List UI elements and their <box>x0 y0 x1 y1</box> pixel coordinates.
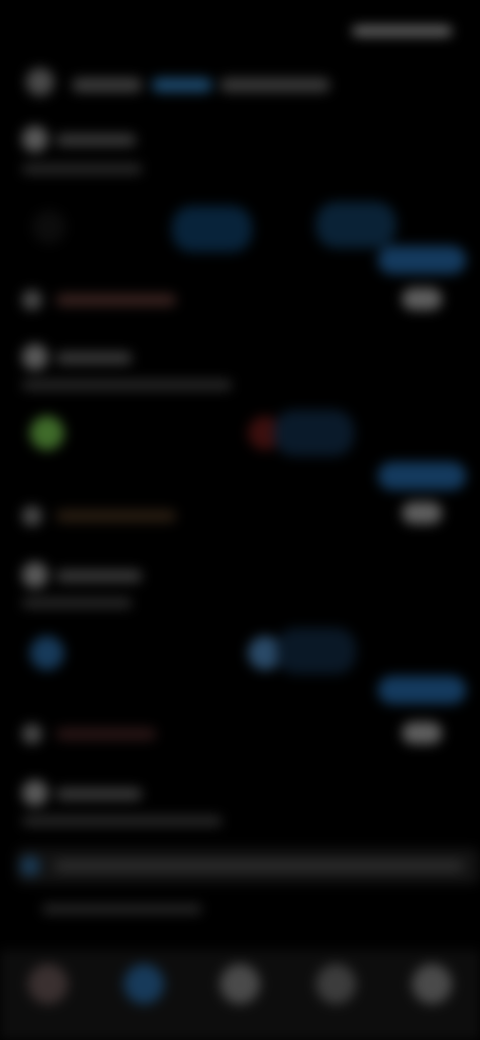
nav-home-icon[interactable] <box>220 964 260 1004</box>
media-thumbnail[interactable] <box>316 202 396 248</box>
action-button[interactable] <box>378 246 466 274</box>
nav-menu-icon[interactable] <box>412 964 452 1004</box>
source-meta <box>220 78 330 92</box>
card-subtitle <box>22 164 142 174</box>
media-thumbnail[interactable] <box>172 206 252 252</box>
card-title <box>56 570 142 582</box>
feed-card[interactable] <box>16 340 468 558</box>
media-icon <box>32 210 66 244</box>
card-subtitle <box>22 380 232 390</box>
bottom-nav <box>0 950 480 1040</box>
media-thumbnail[interactable] <box>276 628 356 674</box>
nav-search-icon[interactable] <box>124 964 164 1004</box>
footer-avatar <box>22 290 42 310</box>
action-button[interactable] <box>378 676 466 704</box>
screen-root <box>0 0 480 1040</box>
footer-avatar <box>22 724 42 744</box>
nav-bell-icon[interactable] <box>316 964 356 1004</box>
reaction-button[interactable] <box>402 502 442 524</box>
card-avatar <box>22 562 48 588</box>
status-bar <box>0 10 480 50</box>
card-footer <box>56 510 176 522</box>
source-row[interactable] <box>22 62 442 102</box>
reaction-button[interactable] <box>402 288 442 310</box>
source-avatar <box>26 68 54 96</box>
card-subtitle <box>22 598 132 608</box>
feed-card[interactable] <box>16 776 468 844</box>
card-title <box>56 352 132 364</box>
card-title <box>56 788 142 800</box>
status-green-icon <box>30 416 64 450</box>
card-title <box>56 134 136 146</box>
card-avatar <box>22 344 48 370</box>
composer-placeholder <box>54 860 464 872</box>
composer-hint <box>42 904 202 914</box>
feed-card[interactable] <box>16 558 468 776</box>
card-avatar <box>22 780 48 806</box>
footer-avatar <box>22 506 42 526</box>
source-name <box>72 78 142 92</box>
nav-avatar-icon[interactable] <box>28 964 68 1004</box>
action-button[interactable] <box>378 462 466 490</box>
status-icons <box>352 26 452 36</box>
composer-input[interactable] <box>16 848 480 884</box>
reaction-button[interactable] <box>402 722 442 744</box>
card-subtitle <box>22 816 222 826</box>
media-icon <box>30 636 64 670</box>
card-footer <box>56 728 156 740</box>
media-thumbnail[interactable] <box>274 410 354 456</box>
compose-avatar <box>20 856 40 876</box>
feed-card[interactable] <box>16 122 468 340</box>
card-avatar <box>22 126 48 152</box>
card-footer <box>56 294 176 306</box>
source-tag[interactable] <box>152 78 212 92</box>
